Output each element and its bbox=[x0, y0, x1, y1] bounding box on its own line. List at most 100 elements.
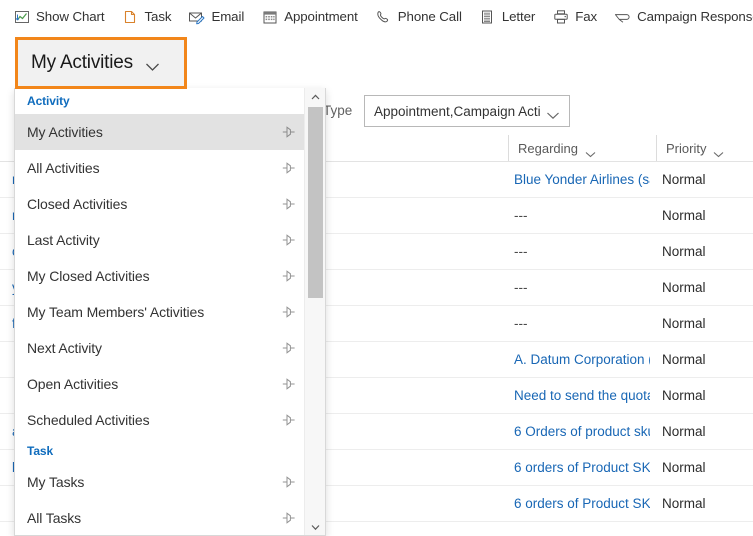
view-list-item-label: Closed Activities bbox=[27, 196, 128, 212]
cell-regarding[interactable]: Need to send the quotati bbox=[514, 378, 650, 413]
fax-icon bbox=[552, 8, 569, 25]
cell-priority: Normal bbox=[662, 352, 706, 367]
scroll-down-arrow-icon[interactable] bbox=[305, 518, 325, 535]
view-selector-dropdown: Activity My Activities All Activities Close… bbox=[14, 88, 326, 536]
command-appointment[interactable]: Appointment bbox=[261, 0, 358, 33]
column-header-priority-label: Priority bbox=[666, 140, 707, 156]
chart-icon bbox=[13, 8, 30, 25]
view-list-item[interactable]: My Tasks bbox=[15, 464, 305, 500]
pin-icon[interactable] bbox=[281, 125, 297, 139]
view-list-item[interactable]: My Team Members' Activities bbox=[15, 294, 305, 330]
command-fax-label: Fax bbox=[575, 9, 598, 24]
cell-priority: Normal bbox=[662, 496, 706, 511]
view-list-item-label: All Activities bbox=[27, 160, 100, 176]
pin-icon[interactable] bbox=[281, 475, 297, 489]
command-campaign-response-label: Campaign Response bbox=[637, 9, 753, 24]
view-list-item-label: All Tasks bbox=[27, 510, 82, 526]
cell-priority: Normal bbox=[662, 460, 706, 475]
view-list-item-label: Open Activities bbox=[27, 376, 119, 392]
command-fax[interactable]: Fax bbox=[552, 0, 597, 33]
email-icon bbox=[188, 8, 205, 25]
cell-regarding: --- bbox=[514, 244, 528, 259]
pin-icon[interactable] bbox=[281, 269, 297, 283]
chevron-down-icon bbox=[713, 145, 724, 157]
view-list-scrollbar-thumb[interactable] bbox=[308, 107, 323, 298]
activities-list-page: Show Chart Task Email Appointment Phone … bbox=[0, 0, 753, 536]
cell-priority: Normal bbox=[662, 280, 706, 295]
view-selector-button[interactable]: My Activities bbox=[18, 40, 184, 86]
letter-icon bbox=[479, 8, 496, 25]
cell-priority: Normal bbox=[662, 316, 706, 331]
view-list-item-label: Scheduled Activities bbox=[27, 412, 150, 428]
view-selector-highlight: My Activities bbox=[15, 37, 187, 89]
view-list-item-label: My Closed Activities bbox=[27, 268, 150, 284]
scroll-up-arrow-icon[interactable] bbox=[305, 88, 325, 106]
column-header-regarding[interactable]: Regarding bbox=[508, 135, 656, 161]
view-list-item[interactable]: Next Activity bbox=[15, 330, 305, 366]
view-list-item-label: Last Activity bbox=[27, 232, 100, 248]
chevron-down-icon bbox=[585, 145, 596, 157]
pin-icon[interactable] bbox=[281, 161, 297, 175]
view-list-item[interactable]: My Activities bbox=[15, 114, 305, 150]
view-list-item-label: My Team Members' Activities bbox=[27, 304, 205, 320]
pin-icon[interactable] bbox=[281, 305, 297, 319]
command-task-label: Task bbox=[144, 9, 172, 24]
view-list: Activity My Activities All Activities Close… bbox=[15, 88, 305, 535]
cell-priority: Normal bbox=[662, 244, 706, 259]
phone-icon bbox=[375, 8, 392, 25]
view-list-item[interactable]: My Closed Activities bbox=[15, 258, 305, 294]
cell-regarding[interactable]: 6 orders of Product SKU . bbox=[514, 486, 650, 521]
view-group-header: Task bbox=[27, 444, 54, 458]
view-list-item-label: Next Activity bbox=[27, 340, 102, 356]
column-header-regarding-label: Regarding bbox=[518, 140, 578, 156]
campaign-response-icon bbox=[614, 8, 631, 25]
cell-priority: Normal bbox=[662, 172, 706, 187]
chevron-down-icon bbox=[546, 107, 560, 119]
type-filter-select[interactable]: Appointment,Campaign Acti... bbox=[364, 95, 570, 127]
view-list-scrollbar[interactable] bbox=[304, 88, 325, 535]
pin-icon[interactable] bbox=[281, 377, 297, 391]
command-letter[interactable]: Letter bbox=[479, 0, 535, 33]
view-list-item-label: My Activities bbox=[27, 124, 103, 140]
cell-regarding: --- bbox=[514, 280, 528, 295]
column-header-priority[interactable]: Priority bbox=[656, 135, 753, 161]
view-list-item[interactable]: All Activities bbox=[15, 150, 305, 186]
cell-regarding: --- bbox=[514, 208, 528, 223]
command-phone-call[interactable]: Phone Call bbox=[375, 0, 462, 33]
cell-regarding[interactable]: Blue Yonder Airlines (sam bbox=[514, 162, 650, 197]
view-list-item-label: My Tasks bbox=[27, 474, 85, 490]
cell-regarding: --- bbox=[514, 316, 528, 331]
view-list-item[interactable]: Open Activities bbox=[15, 366, 305, 402]
pin-icon[interactable] bbox=[281, 511, 297, 525]
command-email[interactable]: Email bbox=[188, 0, 244, 33]
pin-icon[interactable] bbox=[281, 197, 297, 211]
calendar-icon bbox=[261, 8, 278, 25]
command-email-label: Email bbox=[211, 9, 245, 24]
cell-regarding[interactable]: 6 Orders of product sku J bbox=[514, 414, 650, 449]
type-filter-value: Appointment,Campaign Acti... bbox=[374, 103, 540, 119]
type-filter-label: Type bbox=[323, 103, 353, 118]
pin-icon[interactable] bbox=[281, 413, 297, 427]
view-list-item[interactable]: Closed Activities bbox=[15, 186, 305, 222]
chevron-down-icon bbox=[145, 59, 159, 71]
pin-icon[interactable] bbox=[281, 233, 297, 247]
view-selector-label: My Activities bbox=[31, 52, 133, 73]
command-phone-call-label: Phone Call bbox=[397, 9, 462, 24]
command-show-chart-label: Show Chart bbox=[36, 9, 105, 24]
cell-priority: Normal bbox=[662, 208, 706, 223]
cell-regarding[interactable]: A. Datum Corporation (sa bbox=[514, 342, 650, 377]
command-bar: Show Chart Task Email Appointment Phone … bbox=[0, 0, 753, 33]
view-list-item[interactable]: Last Activity bbox=[15, 222, 305, 258]
view-list-item[interactable]: Scheduled Activities bbox=[15, 402, 305, 438]
command-appointment-label: Appointment bbox=[284, 9, 358, 24]
pin-icon[interactable] bbox=[281, 341, 297, 355]
command-show-chart[interactable]: Show Chart bbox=[13, 0, 105, 33]
view-list-item[interactable]: All Tasks bbox=[15, 500, 305, 535]
task-icon bbox=[121, 8, 138, 25]
command-campaign-response[interactable]: Campaign Response bbox=[614, 0, 753, 33]
command-task[interactable]: Task bbox=[121, 0, 172, 33]
view-group-header: Activity bbox=[27, 94, 70, 108]
cell-priority: Normal bbox=[662, 388, 706, 403]
command-letter-label: Letter bbox=[501, 9, 536, 24]
cell-regarding[interactable]: 6 orders of Product SKU . bbox=[514, 450, 650, 485]
